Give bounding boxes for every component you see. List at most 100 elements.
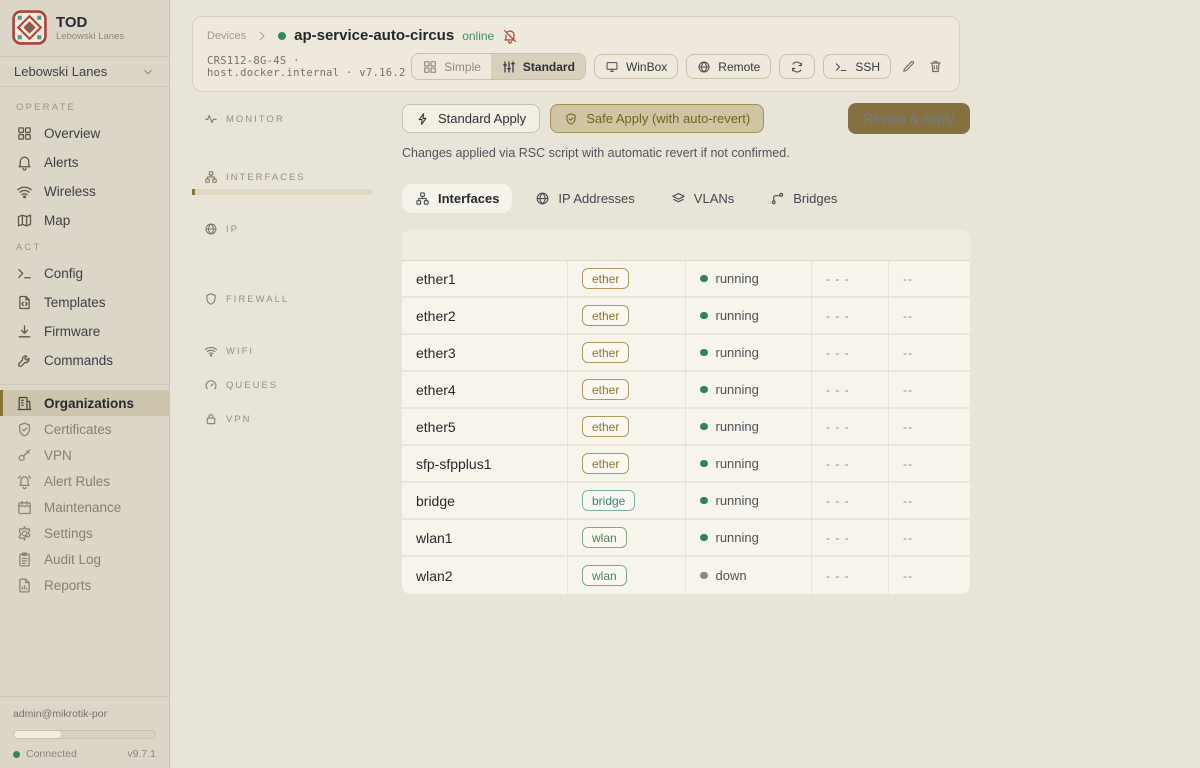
device-nav-item[interactable]: [192, 397, 372, 403]
connection-status: Connected: [26, 748, 77, 760]
type-badge: ether: [582, 342, 629, 363]
key-icon: [16, 447, 33, 464]
table-row[interactable]: ether1 ether running - - - --: [402, 261, 970, 298]
table-row[interactable]: bridge bridge running - - - --: [402, 483, 970, 520]
mac-value: - - -: [811, 483, 888, 518]
interface-name: bridge: [402, 483, 567, 518]
interface-name: wlan1: [402, 520, 567, 555]
chevron-down-icon: [141, 65, 155, 79]
interface-name: ether3: [402, 335, 567, 370]
sidebar-item[interactable]: Alerts: [0, 148, 169, 177]
main-area: Devices ap-service-auto-circus online CR…: [170, 0, 1200, 768]
zoom-option[interactable]: [14, 731, 61, 738]
type-badge: ether: [582, 453, 629, 474]
status-dot: [700, 386, 708, 394]
zoom-option[interactable]: [108, 731, 155, 738]
review-apply-button[interactable]: Review & Apply: [848, 103, 970, 134]
connection-dot: [13, 751, 20, 758]
table-row[interactable]: ether5 ether running - - - --: [402, 409, 970, 446]
tab[interactable]: Interfaces: [402, 184, 512, 213]
sidebar-item-label: Commands: [44, 353, 113, 368]
mac-value: - - -: [811, 372, 888, 407]
device-action-button[interactable]: WinBox: [594, 54, 678, 79]
bell-off-icon[interactable]: [502, 28, 518, 44]
tab[interactable]: VLANs: [658, 184, 747, 213]
device-nav-item[interactable]: [192, 277, 372, 283]
table-row[interactable]: ether3 ether running - - - --: [402, 335, 970, 372]
table-row[interactable]: ether4 ether running - - - --: [402, 372, 970, 409]
sidebar-item-label: Alerts: [44, 155, 79, 170]
sidebar-item[interactable]: Firmware: [0, 317, 169, 346]
mac-value: - - -: [811, 409, 888, 444]
sidebar-item[interactable]: Templates: [0, 288, 169, 317]
interfaces-table: ether1 ether running - - - --: [402, 230, 970, 594]
sidebar-item-label: Wireless: [44, 184, 96, 199]
table-row[interactable]: sfp-sfpplus1 ether running - - - --: [402, 446, 970, 483]
workspace-selector[interactable]: Lebowski Lanes: [0, 57, 169, 87]
sidebar-section: OPERATE Overview Alerts Wireless: [0, 95, 169, 235]
table-row[interactable]: ether2 ether running - - - --: [402, 298, 970, 335]
sidebar-item[interactable]: Config: [0, 259, 169, 288]
interface-name: wlan2: [402, 557, 567, 594]
device-nav-item[interactable]: [192, 431, 372, 437]
table-row[interactable]: wlan2 wlan down - - - --: [402, 557, 970, 594]
breadcrumb[interactable]: Devices: [207, 30, 246, 42]
sidebar-item[interactable]: VPN: [0, 442, 169, 468]
sidebar-item[interactable]: Overview: [0, 119, 169, 148]
terminal-icon: [16, 265, 33, 282]
tab[interactable]: IP Addresses: [522, 184, 647, 213]
device-nav-section: INTERFACES: [192, 164, 372, 213]
interface-name: ether1: [402, 261, 567, 296]
device-nav-item[interactable]: [192, 363, 372, 369]
sidebar-item[interactable]: Alert Rules: [0, 468, 169, 494]
sidebar-item[interactable]: Maintenance: [0, 494, 169, 520]
view-mode-option[interactable]: Standard: [491, 54, 585, 79]
device-action-button[interactable]: [779, 54, 815, 79]
status-indicator: down: [700, 568, 747, 583]
mtu-value: --: [888, 261, 970, 296]
mtu-value: --: [888, 520, 970, 555]
column-header: [811, 230, 888, 260]
clipboard-icon: [16, 551, 33, 568]
status-label: down: [716, 568, 747, 583]
device-nav-item[interactable]: [192, 207, 372, 213]
device-icon-button[interactable]: [899, 57, 918, 76]
wifi-icon: [16, 183, 33, 200]
sidebar-item[interactable]: Organizations: [0, 390, 169, 416]
status-indicator: running: [700, 456, 759, 471]
safe-apply-button[interactable]: Safe Apply (with auto-revert): [550, 104, 764, 133]
table-row[interactable]: wlan1 wlan running - - - --: [402, 520, 970, 557]
type-badge: wlan: [582, 565, 627, 586]
sidebar-item[interactable]: Commands: [0, 346, 169, 375]
sidebar-item[interactable]: Settings: [0, 520, 169, 546]
hierarchy-icon: [204, 170, 218, 184]
bell-icon: [16, 154, 33, 171]
device-action-button[interactable]: Remote: [686, 54, 771, 79]
sidebar-item[interactable]: Reports: [0, 572, 169, 598]
sidebar-item[interactable]: Audit Log: [0, 546, 169, 572]
account-email: admin@mikrotik-portal.dev: [13, 708, 108, 720]
sidebar-item[interactable]: Map: [0, 206, 169, 235]
sidebar-nav: OPERATE Overview Alerts Wireless: [0, 87, 169, 696]
sidebar-item[interactable]: Certificates: [0, 416, 169, 442]
layers-icon: [671, 191, 686, 206]
status-label: running: [716, 308, 759, 323]
device-icon-button[interactable]: [926, 57, 945, 76]
status-label: running: [716, 456, 759, 471]
device-nav-section: QUEUES: [192, 372, 372, 403]
device-header-card: Devices ap-service-auto-circus online CR…: [192, 16, 960, 92]
mac-value: - - -: [811, 261, 888, 296]
sidebar-item-label: Settings: [44, 526, 93, 541]
sidebar-item-label: Reports: [44, 578, 91, 593]
sidebar-item[interactable]: Wireless: [0, 177, 169, 206]
tab[interactable]: Bridges: [757, 184, 850, 213]
view-mode-option[interactable]: Simple: [412, 54, 491, 79]
standard-apply-button[interactable]: Standard Apply: [402, 104, 540, 133]
status-label: running: [716, 493, 759, 508]
device-nav-item[interactable]: [192, 329, 372, 335]
zoom-option[interactable]: [61, 731, 108, 738]
mtu-value: --: [888, 409, 970, 444]
device-nav-item[interactable]: [192, 155, 372, 161]
device-action-button[interactable]: SSH: [823, 54, 891, 79]
sidebar-item-label: Templates: [44, 295, 106, 310]
